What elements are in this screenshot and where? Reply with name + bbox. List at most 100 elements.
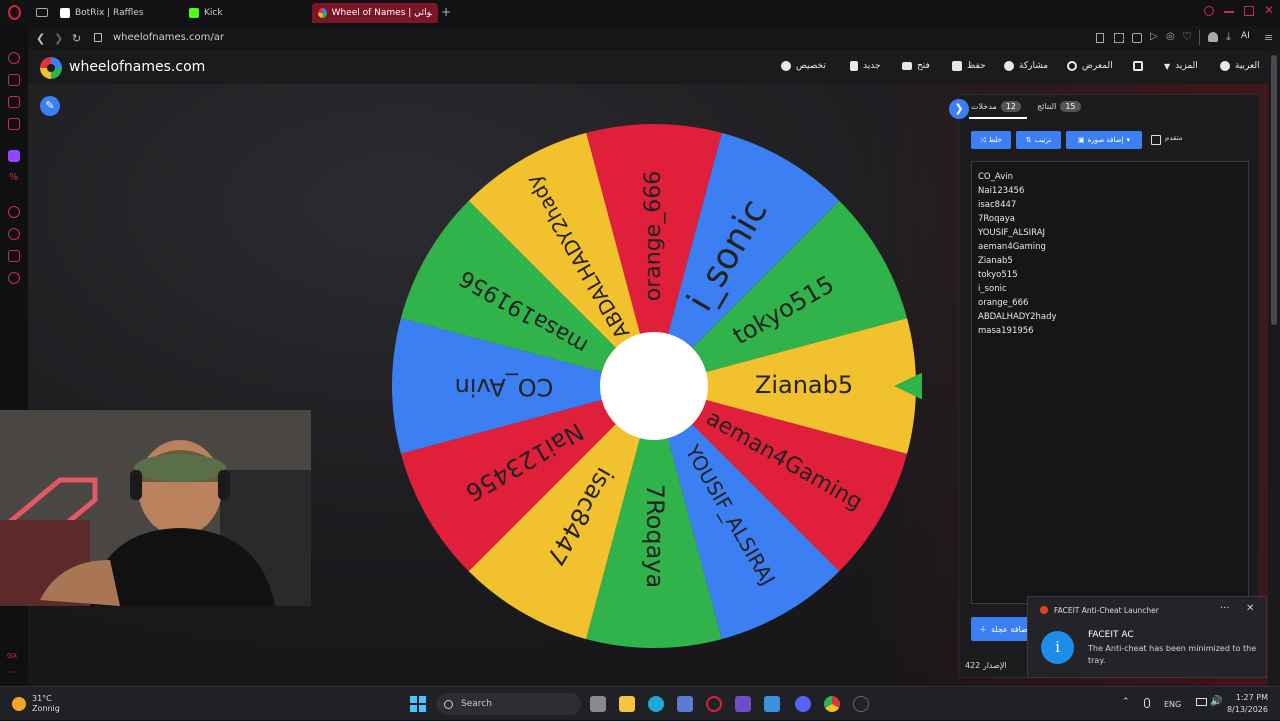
page-scrollbar[interactable] [1268,50,1280,686]
nav-new[interactable]: جديد [850,61,881,71]
add-image-button[interactable]: ▣ إضافة صورة ▾ [1066,131,1142,149]
windows-start-icon[interactable] [410,696,426,712]
gx-label[interactable]: GX [7,652,17,660]
tab-results[interactable]: النتائج 15 [1037,101,1081,112]
vpn-icon[interactable]: ◎ [1166,31,1175,42]
nav-gallery[interactable]: المعرض [1067,61,1113,71]
obs-icon[interactable] [853,696,869,712]
discord-icon[interactable] [795,696,811,712]
history-icon[interactable] [8,228,20,240]
close-window-icon[interactable]: ✕ [1264,3,1274,17]
edit-pencil-icon[interactable]: ✎ [40,96,60,116]
percent-icon[interactable]: % [9,172,19,183]
entries-textarea[interactable]: CO_Avin Nai123456 isac8447 7Roqaya YOUSIF_AL… [971,161,1249,604]
profile-icon[interactable] [1208,32,1218,42]
botrix-favicon-icon [60,8,70,18]
scrollbar-thumb[interactable] [1271,55,1277,325]
url-field[interactable]: wheelofnames.com/ar [113,32,224,43]
task-view-icon[interactable] [590,696,606,712]
tab-wheel-of-names[interactable]: Wheel of Names | العشوائي [312,3,438,23]
notification-close-icon[interactable]: ✕ [1246,603,1254,614]
network-icon[interactable] [1196,698,1207,706]
app-icon[interactable] [735,696,751,712]
wheel-container[interactable]: tokyo515 i_sonic orange_666 ABDALHADY2hady m… [386,118,922,654]
entry-line: masa191956 [978,326,1034,336]
volume-icon[interactable]: 🔊 [1210,696,1222,707]
caret-down-icon: ▾ [1126,136,1131,144]
wheel-center-button[interactable] [600,332,708,440]
weather-widget[interactable]: 31°C Zonnig [12,694,60,714]
add-image-label: إضافة صورة [1087,136,1124,144]
chrome-icon[interactable] [824,696,840,712]
file-explorer-icon[interactable] [619,696,635,712]
tray-overflow-icon[interactable]: ⌃ [1122,697,1130,707]
settings-gear-icon[interactable] [8,272,20,284]
language-indicator[interactable]: ENG [1164,700,1181,709]
nav-save[interactable]: حفظ [952,61,986,71]
nav-fullscreen[interactable] [1133,61,1143,71]
tab-entries[interactable]: مدخلات 12 [971,101,1021,112]
entries-panel: ❯ مدخلات 12 النتائج 15 ⤨ خلط ⇅ ترتيب ▣ إ… [949,94,1260,678]
edge-icon[interactable] [648,696,664,712]
entry-line: i_sonic [978,284,1007,294]
snapshot-icon[interactable] [1114,33,1124,43]
heart-icon[interactable]: ♡ [1182,30,1192,43]
palette-icon [781,61,791,71]
add-wheel-button[interactable]: ＋ إضافة عجلة [971,617,1033,641]
shuffle-button[interactable]: ⤨ خلط [971,131,1011,149]
wheel-logo-icon[interactable] [40,57,62,79]
download-icon[interactable]: ⤓ [1226,30,1231,44]
taskbar-search[interactable]: Search [436,693,581,715]
microphone-icon[interactable] [1144,698,1150,708]
search-icon [1067,61,1077,71]
sort-label: ترتيب [1034,136,1052,144]
sidebar-more-icon[interactable]: ··· [8,668,16,677]
clock-time[interactable]: 1:27 PM [1232,693,1268,702]
sort-button[interactable]: ⇅ ترتيب [1016,131,1061,149]
twitch-icon[interactable] [8,150,20,162]
nav-open[interactable]: فتح [902,61,930,71]
opera-gx-taskbar-icon[interactable] [706,696,722,712]
aria-ai-button[interactable]: AI [1241,31,1250,41]
site-name[interactable]: wheelofnames.com [69,59,205,75]
clock-date[interactable]: 8/13/2026 [1226,705,1268,714]
player-icon[interactable]: ▷ [1150,31,1158,42]
windows-app-icon[interactable] [764,696,780,712]
collapse-panel-button[interactable]: ❯ [949,99,969,119]
entry-line: aeman4Gaming [978,242,1046,252]
reload-icon[interactable]: ↻ [72,32,81,45]
toast-notification[interactable]: FACEIT Anti-Cheat Launcher ··· ✕ i FACEI… [1027,596,1267,678]
minimize-icon[interactable] [1224,11,1234,13]
search-tabs-icon[interactable] [1204,6,1214,16]
back-icon[interactable]: ❮ [36,32,45,45]
opera-gx-logo-icon[interactable] [8,5,21,20]
entry-line: ABDALHADY2hady [978,312,1057,322]
store-icon[interactable] [677,696,693,712]
bookmark-icon[interactable] [1096,33,1104,43]
notification-title: FACEIT AC [1088,630,1134,640]
speed-dial-icon[interactable] [8,52,20,64]
nav-share[interactable]: مشاركة [1004,61,1048,71]
adblock-icon[interactable] [1132,33,1142,43]
new-tab-button[interactable]: + [441,5,451,19]
notification-more-icon[interactable]: ··· [1220,603,1230,614]
nav-more[interactable]: ▼ المزيد [1164,61,1198,71]
extensions-icon[interactable] [8,250,20,262]
tab-kick[interactable]: Kick [183,3,309,23]
gx-control-icon[interactable] [8,74,20,86]
kick-favicon-icon [189,8,199,18]
gx-corner-icon[interactable] [8,96,20,108]
nav-language[interactable]: العربية [1220,61,1260,71]
advanced-checkbox[interactable] [1151,135,1161,145]
maximize-icon[interactable] [1244,6,1254,16]
nav-customize[interactable]: تخصيص [781,61,826,71]
forward-icon[interactable]: ❯ [54,32,63,45]
player-sidebar-icon[interactable] [8,206,20,218]
tab-botrix[interactable]: BotRix | Raffles [54,3,180,23]
easy-setup-icon[interactable]: ≡ [1264,31,1273,44]
folder-icon [902,62,912,70]
fullscreen-icon [1133,61,1143,71]
messenger-icon[interactable] [8,118,20,130]
tab-menu-icon[interactable] [36,8,48,17]
wheel[interactable]: tokyo515i_sonicorange_666ABDALHADY2hadym… [386,118,922,654]
